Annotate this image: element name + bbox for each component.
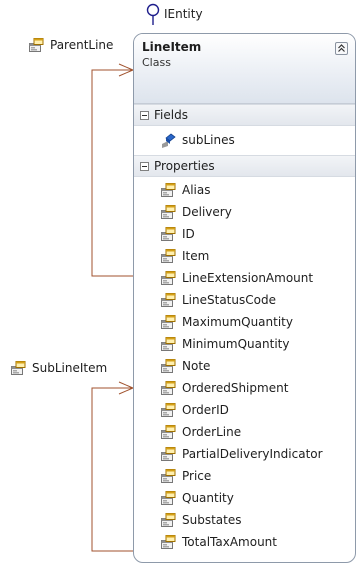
- property-icon: [160, 402, 176, 418]
- properties-section-header[interactable]: Properties: [134, 155, 355, 177]
- property-item[interactable]: OrderedShipment: [134, 377, 355, 399]
- parent-line-connector[interactable]: [91, 69, 133, 277]
- collapse-button[interactable]: [335, 42, 348, 55]
- property-item[interactable]: TotalTaxAmount: [134, 531, 355, 553]
- property-icon: [160, 204, 176, 220]
- field-item[interactable]: subLines: [134, 129, 355, 151]
- member-name: Delivery: [182, 205, 232, 219]
- double-chevron-up-icon: [338, 44, 345, 52]
- property-icon: [160, 490, 176, 506]
- property-item[interactable]: OrderID: [134, 399, 355, 421]
- property-icon: [10, 360, 26, 376]
- member-name: OrderID: [182, 403, 229, 417]
- member-name: Price: [182, 469, 212, 483]
- property-item[interactable]: Substates: [134, 509, 355, 531]
- property-item[interactable]: Alias: [134, 179, 355, 201]
- association-sub-line-item[interactable]: SubLineItem: [10, 359, 107, 377]
- property-icon: [160, 512, 176, 528]
- property-item[interactable]: ID: [134, 223, 355, 245]
- property-item[interactable]: MinimumQuantity: [134, 333, 355, 355]
- association-label: SubLineItem: [32, 361, 108, 375]
- member-name: OrderedShipment: [182, 381, 289, 395]
- property-icon: [160, 292, 176, 308]
- property-icon: [160, 358, 176, 374]
- property-icon: [160, 336, 176, 352]
- class-shape[interactable]: LineItem Class Fields subLines Propertie…: [133, 33, 356, 563]
- property-item[interactable]: LineExtensionAmount: [134, 267, 355, 289]
- property-icon: [160, 248, 176, 264]
- class-header[interactable]: LineItem Class: [134, 34, 355, 104]
- member-name: Alias: [182, 183, 211, 197]
- member-name: Item: [182, 249, 210, 263]
- fields-list: subLines: [134, 126, 355, 155]
- member-name: LineStatusCode: [182, 293, 276, 307]
- property-item[interactable]: OrderLine: [134, 421, 355, 443]
- property-icon: [28, 37, 44, 53]
- sub-line-item-connector[interactable]: [91, 387, 133, 552]
- property-item[interactable]: PartialDeliveryIndicator: [134, 443, 355, 465]
- member-name: Quantity: [182, 491, 234, 505]
- field-icon: [160, 132, 176, 148]
- member-name: MinimumQuantity: [182, 337, 290, 351]
- class-stereotype: Class: [142, 56, 171, 69]
- property-icon: [160, 424, 176, 440]
- member-name: subLines: [182, 133, 235, 147]
- property-item[interactable]: Item: [134, 245, 355, 267]
- member-name: Note: [182, 359, 211, 373]
- property-icon: [160, 534, 176, 550]
- member-name: Substates: [182, 513, 242, 527]
- property-item[interactable]: Price: [134, 465, 355, 487]
- collapse-toggle-icon[interactable]: [140, 110, 149, 120]
- collapse-toggle-icon[interactable]: [140, 161, 149, 171]
- property-icon: [160, 270, 176, 286]
- properties-list: Alias Delivery ID Item LineExtensionAmou…: [134, 177, 355, 555]
- lollipop-icon: [146, 3, 160, 25]
- property-item[interactable]: Delivery: [134, 201, 355, 223]
- fields-section-header[interactable]: Fields: [134, 104, 355, 126]
- member-name: LineExtensionAmount: [182, 271, 314, 285]
- property-icon: [160, 446, 176, 462]
- section-title: Fields: [154, 108, 188, 122]
- association-label: ParentLine: [50, 38, 114, 52]
- property-icon: [160, 380, 176, 396]
- property-icon: [160, 314, 176, 330]
- member-name: PartialDeliveryIndicator: [182, 447, 323, 461]
- member-name: OrderLine: [182, 425, 242, 439]
- interface-lollipop[interactable]: IEntity: [145, 3, 203, 25]
- interface-name: IEntity: [164, 7, 203, 21]
- property-icon: [160, 226, 176, 242]
- member-name: MaximumQuantity: [182, 315, 293, 329]
- property-icon: [160, 182, 176, 198]
- member-name: TotalTaxAmount: [182, 535, 277, 549]
- property-icon: [160, 468, 176, 484]
- section-title: Properties: [154, 159, 215, 173]
- property-item[interactable]: LineStatusCode: [134, 289, 355, 311]
- property-item[interactable]: Note: [134, 355, 355, 377]
- class-name: LineItem: [142, 40, 202, 54]
- member-name: ID: [182, 227, 195, 241]
- property-item[interactable]: Quantity: [134, 487, 355, 509]
- property-item[interactable]: MaximumQuantity: [134, 311, 355, 333]
- association-parent-line[interactable]: ParentLine: [28, 36, 113, 54]
